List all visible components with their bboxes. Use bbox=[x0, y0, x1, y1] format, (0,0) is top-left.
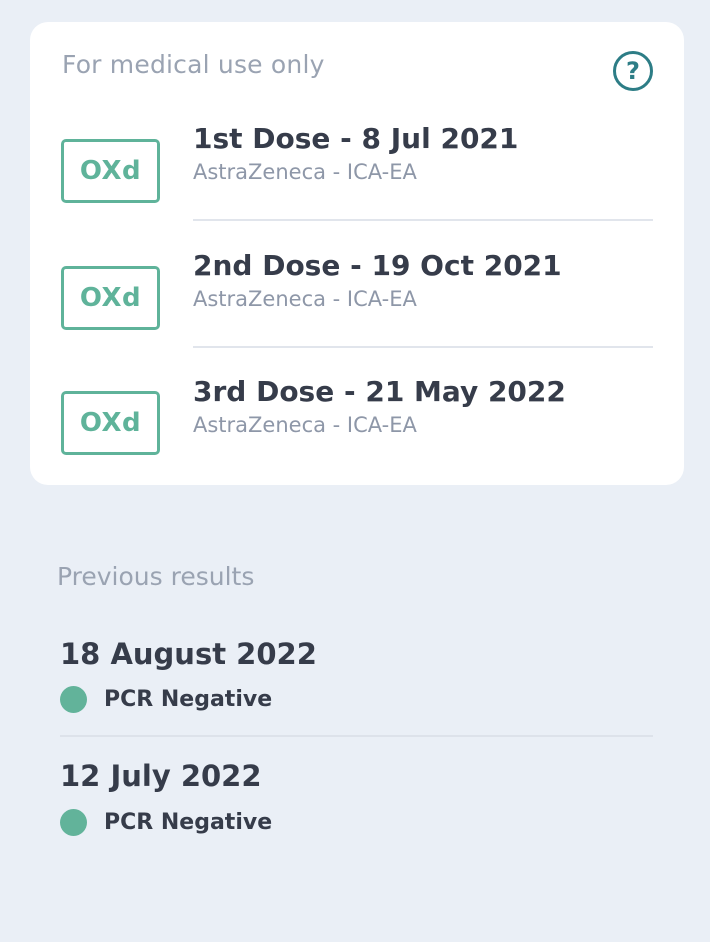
card-title: For medical use only bbox=[62, 50, 325, 79]
dose-subtitle: AstraZeneca - ICA-EA bbox=[193, 160, 417, 184]
dose-title: 3rd Dose - 21 May 2022 bbox=[193, 375, 566, 408]
result-status: PCR Negative bbox=[60, 686, 272, 713]
divider bbox=[60, 735, 653, 737]
vaccination-card: For medical use only ? OXd 1st Dose - 8 … bbox=[30, 22, 684, 485]
dose-title: 2nd Dose - 19 Oct 2021 bbox=[193, 249, 562, 282]
result-status-text: PCR Negative bbox=[104, 810, 273, 835]
result-date: 12 July 2022 bbox=[60, 759, 262, 793]
divider bbox=[193, 219, 653, 221]
help-icon[interactable]: ? bbox=[613, 51, 653, 91]
status-dot-icon bbox=[60, 686, 87, 713]
result-status: PCR Negative bbox=[60, 809, 272, 836]
vaccine-badge: OXd bbox=[61, 266, 160, 330]
previous-results-label: Previous results bbox=[57, 562, 255, 591]
result-date: 18 August 2022 bbox=[60, 637, 317, 671]
dose-subtitle: AstraZeneca - ICA-EA bbox=[193, 413, 417, 437]
vaccine-badge: OXd bbox=[61, 391, 160, 455]
vaccine-badge: OXd bbox=[61, 139, 160, 203]
help-glyph: ? bbox=[626, 57, 640, 85]
divider bbox=[193, 346, 653, 348]
dose-subtitle: AstraZeneca - ICA-EA bbox=[193, 287, 417, 311]
dose-title: 1st Dose - 8 Jul 2021 bbox=[193, 122, 519, 155]
result-status-text: PCR Negative bbox=[104, 687, 273, 712]
status-dot-icon bbox=[60, 809, 87, 836]
